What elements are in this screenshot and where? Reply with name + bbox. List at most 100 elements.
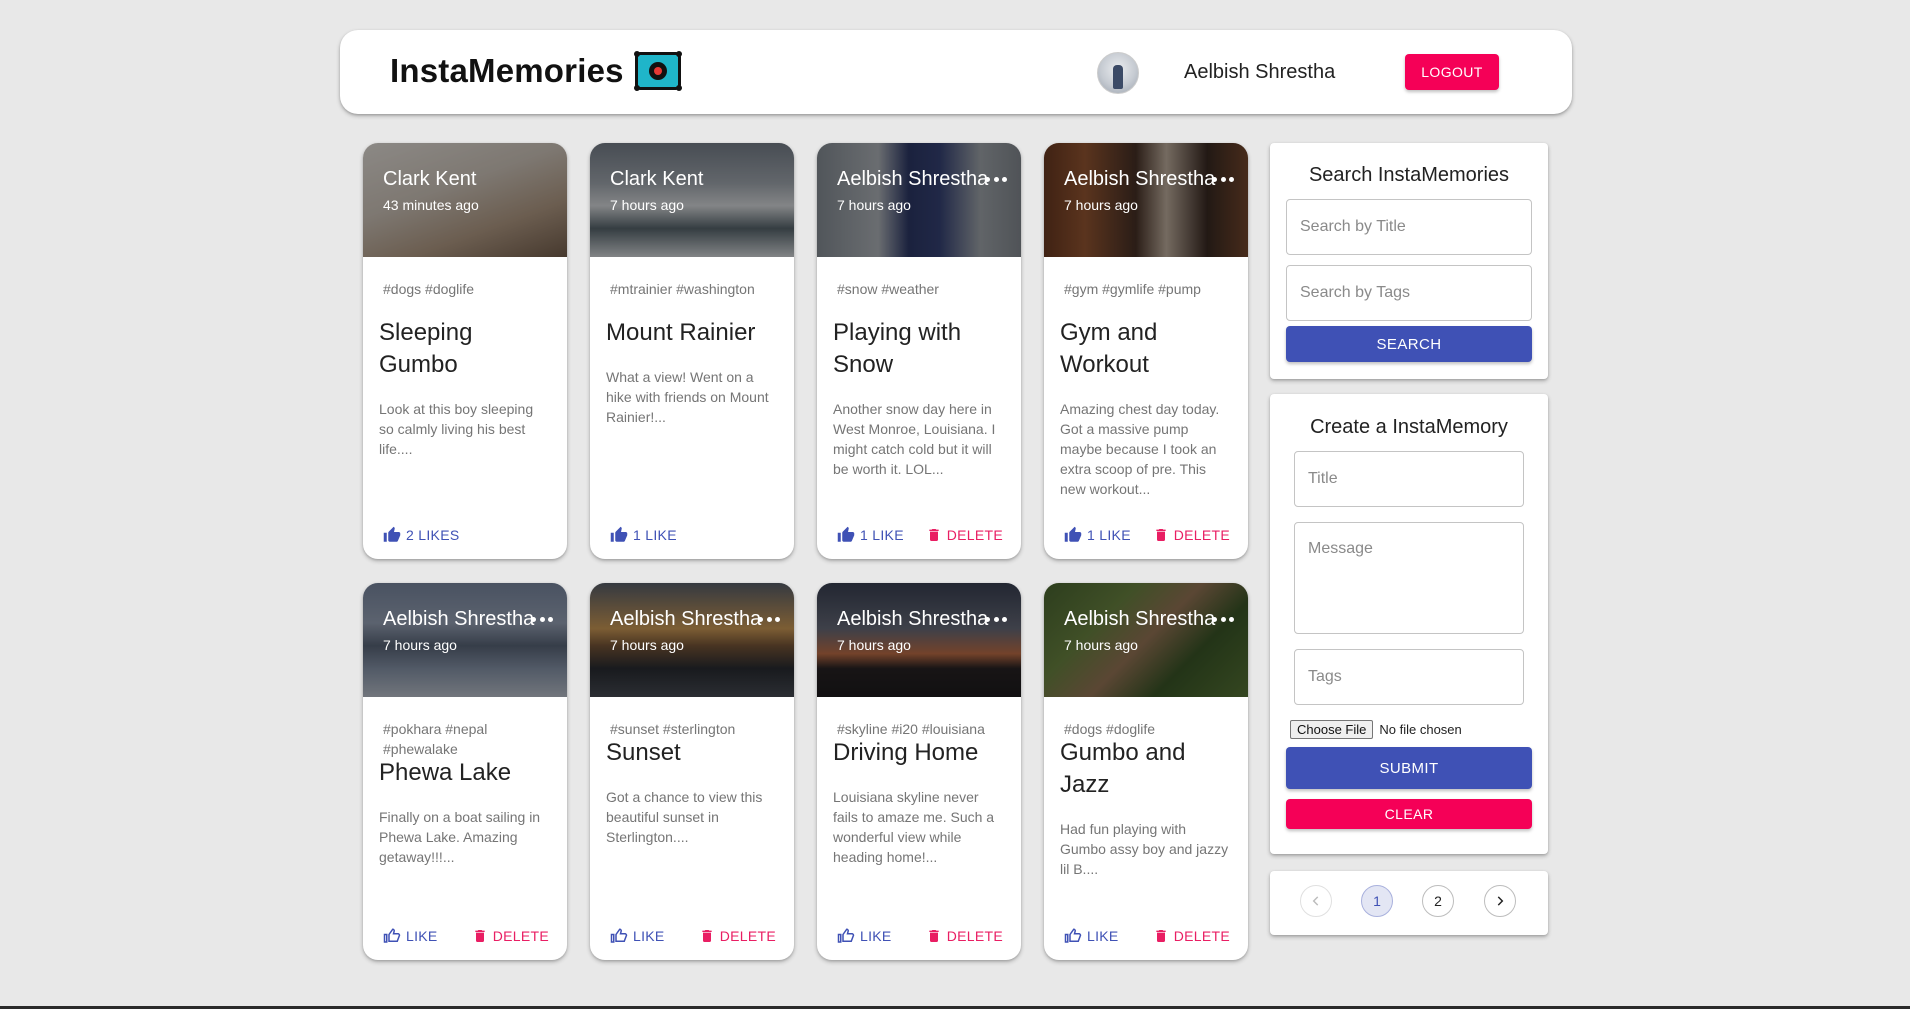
user-name: Aelbish Shrestha xyxy=(1184,61,1336,83)
more-horiz-icon[interactable] xyxy=(531,617,553,625)
post-time: 7 hours ago xyxy=(610,637,684,653)
post-message: Amazing chest day today. Got a massive p… xyxy=(1060,401,1220,497)
post-tags: #snow #weather xyxy=(837,281,939,297)
post-time: 43 minutes ago xyxy=(383,197,479,213)
delete-button[interactable]: DELETE xyxy=(920,921,1009,951)
next-page-button[interactable] xyxy=(1484,885,1516,917)
post-actions: 2 LIKES xyxy=(363,511,567,559)
post-actions: LIKE DELETE xyxy=(817,912,1021,960)
thumb-up-icon xyxy=(610,526,628,542)
post-tags: #dogs #doglife xyxy=(383,281,475,297)
app-bar: InstaMemories Aelbish Shrestha LOGOUT xyxy=(340,30,1572,114)
post-message: Had fun playing with Gumbo assy boy and … xyxy=(1060,821,1229,877)
tags-input[interactable] xyxy=(1294,649,1524,705)
delete-label: DELETE xyxy=(719,928,776,944)
like-label: LIKE xyxy=(406,928,438,944)
file-status: No file chosen xyxy=(1379,722,1462,737)
like-label: 2 LIKES xyxy=(406,527,460,543)
post-image: Aelbish Shrestha 7 hours ago xyxy=(1044,583,1248,697)
more-horiz-icon[interactable] xyxy=(985,177,1007,185)
post-time: 7 hours ago xyxy=(837,637,911,653)
delete-button[interactable]: DELETE xyxy=(1147,520,1236,550)
post-message: Another snow day here in West Monroe, Lo… xyxy=(833,401,996,477)
post-card: Aelbish Shrestha 7 hours ago #gym #gymli… xyxy=(1044,143,1248,559)
thumb-up-outline-icon xyxy=(837,928,855,943)
delete-button[interactable]: DELETE xyxy=(466,921,555,951)
post-author: Aelbish Shrestha xyxy=(610,608,762,630)
like-button[interactable]: LIKE xyxy=(829,921,900,951)
delete-icon xyxy=(702,930,712,942)
post-tags: #gym #gymlife #pump xyxy=(1064,281,1201,297)
delete-button[interactable]: DELETE xyxy=(920,520,1009,550)
search-title-input[interactable] xyxy=(1286,199,1532,255)
submit-button[interactable]: SUBMIT xyxy=(1286,747,1532,789)
post-time: 7 hours ago xyxy=(610,197,684,213)
pagination: 1 2 xyxy=(1270,871,1548,935)
page-1-button[interactable]: 1 xyxy=(1361,885,1393,917)
post-tags: #skyline #i20 #louisiana xyxy=(837,721,985,737)
post-actions: LIKE DELETE xyxy=(1044,912,1248,960)
like-button[interactable]: 2 LIKES xyxy=(375,520,467,550)
like-button[interactable]: LIKE xyxy=(375,921,446,951)
post-tags: #dogs #doglife xyxy=(1064,721,1156,737)
search-panel-title: Search InstaMemories xyxy=(1308,164,1510,186)
post-title: Playing with Snow xyxy=(833,319,962,378)
delete-label: DELETE xyxy=(946,928,1003,944)
post-actions: LIKE DELETE xyxy=(590,912,794,960)
search-button[interactable]: SEARCH xyxy=(1286,326,1532,362)
like-button[interactable]: LIKE xyxy=(1056,921,1127,951)
delete-label: DELETE xyxy=(1173,527,1230,543)
like-label: LIKE xyxy=(860,928,892,944)
clear-button[interactable]: CLEAR xyxy=(1286,799,1532,829)
like-button[interactable]: 1 LIKE xyxy=(829,520,912,550)
title-input[interactable] xyxy=(1294,451,1524,507)
more-horiz-icon[interactable] xyxy=(1212,617,1234,625)
post-time: 7 hours ago xyxy=(383,637,457,653)
page-2-button[interactable]: 2 xyxy=(1422,885,1454,917)
chevron-right-icon xyxy=(1497,896,1504,906)
post-time: 7 hours ago xyxy=(837,197,911,213)
prev-page-button[interactable] xyxy=(1300,885,1332,917)
post-image: Clark Kent 43 minutes ago xyxy=(363,143,567,257)
thumb-up-outline-icon xyxy=(1064,928,1082,943)
post-actions: 1 LIKE DELETE xyxy=(1044,511,1248,559)
chevron-left-icon xyxy=(1312,896,1319,906)
post-tags: #sunset #sterlington xyxy=(610,721,736,737)
choose-file-button[interactable]: Choose File xyxy=(1290,720,1374,739)
like-button[interactable]: LIKE xyxy=(602,921,673,951)
post-author: Clark Kent xyxy=(610,168,704,190)
more-horiz-icon[interactable] xyxy=(758,617,780,625)
thumb-up-icon xyxy=(837,526,855,542)
more-horiz-icon[interactable] xyxy=(985,617,1007,625)
delete-label: DELETE xyxy=(492,928,549,944)
like-button[interactable]: 1 LIKE xyxy=(1056,520,1139,550)
post-title: Gym and Workout xyxy=(1060,319,1158,378)
like-label: LIKE xyxy=(1087,928,1119,944)
thumb-up-icon xyxy=(1064,526,1082,542)
post-tags: #mtrainier #washington xyxy=(610,281,755,297)
search-tags-input[interactable] xyxy=(1286,265,1532,321)
post-author: Aelbish Shrestha xyxy=(837,168,989,190)
thumb-up-icon xyxy=(383,526,401,542)
post-title: Mount Rainier xyxy=(606,319,756,346)
message-input[interactable] xyxy=(1294,522,1524,634)
post-image: Aelbish Shrestha 7 hours ago xyxy=(1044,143,1248,257)
search-panel: Search InstaMemories SEARCH xyxy=(1270,143,1548,379)
delete-label: DELETE xyxy=(946,527,1003,543)
post-title: Sunset xyxy=(606,739,681,766)
brand[interactable]: InstaMemories xyxy=(390,51,682,91)
more-horiz-icon[interactable] xyxy=(1212,177,1234,185)
like-label: 1 LIKE xyxy=(1087,527,1131,543)
logout-button[interactable]: LOGOUT xyxy=(1405,54,1499,90)
post-actions: LIKE DELETE xyxy=(363,912,567,960)
post-message: Look at this boy sleeping so calmly livi… xyxy=(379,401,534,457)
post-message: Louisiana skyline never fails to amaze m… xyxy=(833,789,995,865)
delete-icon xyxy=(929,930,939,942)
post-actions: 1 LIKE xyxy=(590,511,794,559)
delete-icon xyxy=(1156,930,1166,942)
delete-button[interactable]: DELETE xyxy=(1147,921,1236,951)
delete-button[interactable]: DELETE xyxy=(693,921,782,951)
like-button[interactable]: 1 LIKE xyxy=(602,520,685,550)
post-author: Aelbish Shrestha xyxy=(383,608,535,630)
camera-logo-icon xyxy=(633,51,682,91)
